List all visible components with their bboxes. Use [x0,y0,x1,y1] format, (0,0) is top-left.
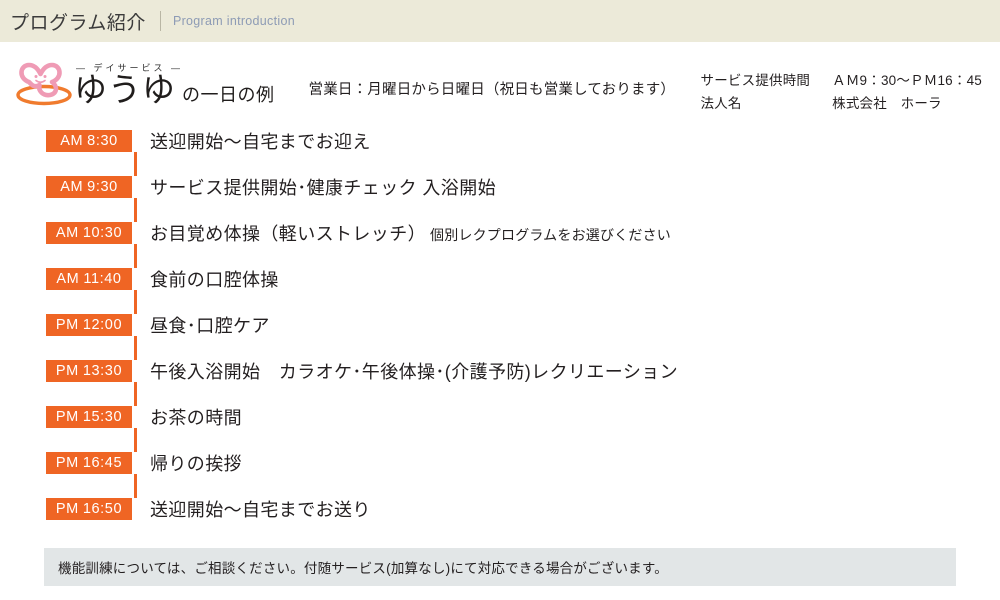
time-badge: AM 9:30 [46,176,132,198]
schedule-activity-text: 昼食･口腔ケア [150,316,270,336]
schedule-row: PM 16:45 帰りの挨拶 [46,440,1000,498]
service-hours-label: サービス提供時間 [700,73,811,88]
footer-note: 機能訓練については、ご相談ください。付随サービス(加算なし)にて対応できる場合が… [44,548,956,586]
time-badge-ampm: AM [56,271,80,287]
schedule-activity: 午後入浴開始 カラオケ･午後体操･(介護予防)レクリエーション [150,358,678,384]
schedule-row: AM 8:30 送迎開始〜自宅までお迎え [46,118,1000,176]
logo-wordmark: — デイサービス — ゆうゆ の一日の例 [74,61,275,106]
schedule-timeline: AM 8:30 送迎開始〜自宅までお迎え AM 9:30 サービス提供開始･健康チェック … [0,118,1000,532]
page-header: プログラム紹介 Program introduction [0,0,1000,42]
time-badge: AM 11:40 [46,268,132,290]
schedule-time-cell: PM 15:30 [46,406,132,428]
timeline-connector [134,244,137,268]
schedule-activity-text: 食前の口腔体操 [150,270,279,290]
schedule-time-cell: AM 9:30 [46,176,132,198]
time-badge-time: 15:30 [82,409,123,425]
time-badge-ampm: AM [60,133,84,149]
schedule-activity-text: 送迎開始〜自宅までお送り [150,500,371,520]
time-badge-time: 9:30 [87,179,118,195]
schedule-row: PM 15:30 お茶の時間 [46,394,1000,452]
corporation-name-label: 法人名 [700,96,742,111]
schedule-row: AM 9:30 サービス提供開始･健康チェック 入浴開始 [46,164,1000,222]
schedule-row: PM 13:30 午後入浴開始 カラオケ･午後体操･(介護予防)レクリエーション [46,348,1000,406]
time-badge-time: 8:30 [87,133,118,149]
time-badge: PM 13:30 [46,360,132,382]
service-hours-value: ＡＭ9：30〜ＰＭ16：45 [832,73,982,88]
facility-details-table: サービス提供時間 ＡＭ9：30〜ＰＭ16：45 法人名 株式会社 ホーラ [701,69,982,115]
time-badge: PM 16:45 [46,452,132,474]
time-badge-time: 16:50 [82,501,123,517]
schedule-activity-text: サービス提供開始･健康チェック 入浴開始 [150,178,496,198]
time-badge-time: 11:40 [83,271,122,287]
logo-name-row: ゆうゆ の一日の例 [74,73,275,106]
corporation-name-value: 株式会社 ホーラ [832,96,942,111]
schedule-time-cell: AM 10:30 [46,222,132,244]
schedule-activity-text: お茶の時間 [150,408,242,428]
timeline-connector [134,152,137,176]
schedule-activity: 送迎開始〜自宅までお迎え [150,128,371,154]
time-badge: AM 8:30 [46,130,132,152]
footer-note-text: 機能訓練については、ご相談ください。付随サービス(加算なし)にて対応できる場合が… [58,561,668,576]
header-divider [159,11,161,31]
schedule-row: AM 11:40 食前の口腔体操 [46,256,1000,314]
time-badge-ampm: PM [55,317,79,333]
time-badge-ampm: PM [55,455,79,471]
mascot-flower-icon [12,60,74,106]
timeline-connector [134,474,137,498]
schedule-activity: 昼食･口腔ケア [150,312,270,338]
time-badge-ampm: PM [55,501,79,517]
timeline-connector [134,198,137,222]
schedule-activity: 送迎開始〜自宅までお送り [150,496,371,522]
page-title: プログラム紹介 [10,12,146,34]
schedule-row: PM 12:00 昼食･口腔ケア [46,302,1000,360]
time-badge: PM 15:30 [46,406,132,428]
timeline-connector [134,336,137,360]
schedule-activity-text: 午後入浴開始 カラオケ･午後体操･(介護予防)レクリエーション [150,362,679,382]
time-badge-ampm: AM [60,179,84,195]
schedule-activity-text: 送迎開始〜自宅までお迎え [150,132,371,152]
facility-info-strip: — デイサービス — ゆうゆ の一日の例 営業日：月曜日から日曜日（祝日も営業し… [0,42,1000,114]
time-badge-ampm: PM [55,409,79,425]
schedule-time-cell: AM 11:40 [46,268,132,290]
time-badge-ampm: AM [55,225,79,241]
schedule-activity-text: お目覚め体操（軽いストレッチ） [150,224,426,244]
timeline-connector [134,382,137,406]
logo-suffix: の一日の例 [182,85,275,105]
time-badge-ampm: PM [55,363,79,379]
table-row: サービス提供時間 ＡＭ9：30〜ＰＭ16：45 [701,69,982,92]
schedule-activity: お目覚め体操（軽いストレッチ） 個別レクプログラムをお選びください [150,220,671,246]
logo-name: ゆうゆ [74,71,176,108]
schedule-time-cell: PM 13:30 [46,360,132,382]
time-badge: PM 12:00 [46,314,132,336]
business-days-text: 営業日：月曜日から日曜日（祝日も営業しております） [308,82,676,98]
timeline-connector [134,290,137,314]
timeline-connector [134,428,137,452]
schedule-time-cell: PM 12:00 [46,314,132,336]
schedule-time-cell: PM 16:50 [46,498,132,520]
page-subtitle: Program introduction [172,14,295,28]
schedule-activity: 食前の口腔体操 [150,266,279,292]
time-badge-time: 10:30 [82,225,123,241]
time-badge-time: 13:30 [82,363,123,379]
schedule-activity: 帰りの挨拶 [150,450,242,476]
logo: — デイサービス — ゆうゆ の一日の例 [12,60,275,106]
time-badge: PM 16:50 [46,498,132,520]
schedule-activity: お茶の時間 [150,404,242,430]
schedule-row: PM 16:50 送迎開始〜自宅までお送り [46,486,1000,532]
schedule-time-cell: AM 8:30 [46,130,132,152]
schedule-activity-note: 個別レクプログラムをお選びください [430,227,671,243]
schedule-activity: サービス提供開始･健康チェック 入浴開始 [150,174,496,200]
table-row: 法人名 株式会社 ホーラ [701,92,982,115]
schedule-row: AM 10:30 お目覚め体操（軽いストレッチ） 個別レクプログラムをお選びください [46,210,1000,268]
time-badge-time: 16:45 [82,455,123,471]
time-badge: AM 10:30 [46,222,132,244]
schedule-time-cell: PM 16:45 [46,452,132,474]
schedule-activity-text: 帰りの挨拶 [150,454,242,474]
time-badge-time: 12:00 [82,317,123,333]
